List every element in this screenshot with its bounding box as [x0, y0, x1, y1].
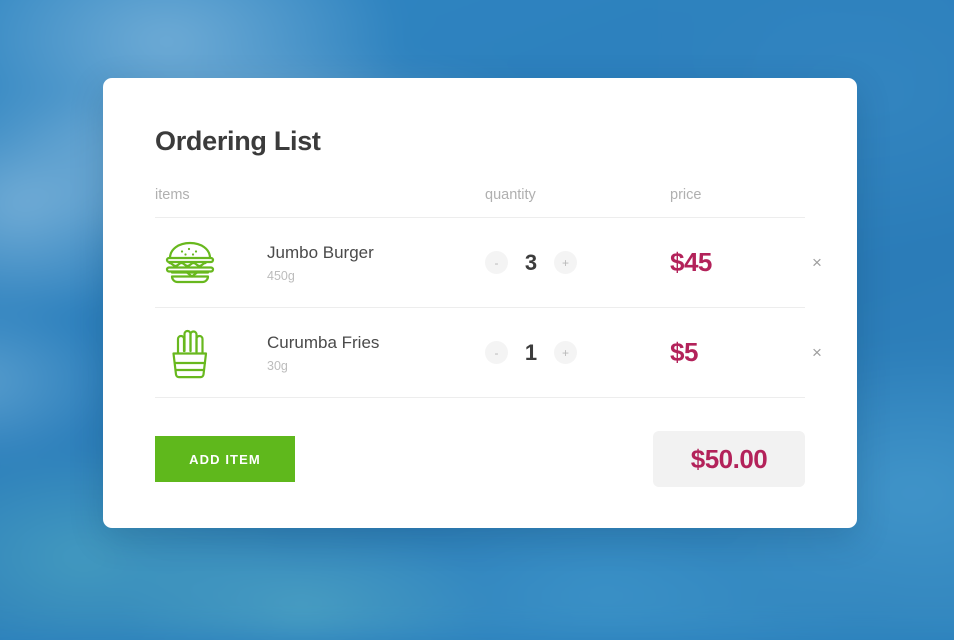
- column-header-items: items: [155, 187, 190, 203]
- remove-cell: ×: [790, 340, 826, 365]
- table-row: Jumbo Burger 450g - 3 + $45 ×: [155, 218, 822, 308]
- item-weight: 30g: [267, 359, 288, 374]
- item-text: Jumbo Burger 450g: [267, 242, 374, 283]
- quantity-stepper: - 3 +: [485, 250, 670, 276]
- decrement-button[interactable]: -: [485, 341, 508, 364]
- item-weight: 450g: [267, 269, 295, 284]
- add-item-button[interactable]: ADD ITEM: [155, 436, 295, 482]
- item-cell: Curumba Fries 30g: [155, 324, 485, 382]
- increment-button[interactable]: +: [554, 251, 577, 274]
- item-name: Curumba Fries: [267, 332, 380, 352]
- quantity-value: 3: [524, 249, 538, 275]
- burger-icon: [161, 234, 219, 292]
- remove-cell: ×: [790, 250, 826, 275]
- item-name: Jumbo Burger: [267, 242, 374, 262]
- table-header-row: items quantity price: [155, 187, 805, 218]
- column-header-quantity: quantity: [485, 187, 536, 203]
- decrement-button[interactable]: -: [485, 251, 508, 274]
- order-total: $50.00: [653, 431, 805, 487]
- item-text: Curumba Fries 30g: [267, 332, 379, 373]
- card-footer: ADD ITEM $50.00: [155, 431, 805, 487]
- column-header-price: price: [670, 187, 702, 203]
- ordering-table: items quantity price Jumbo Burger 450g -…: [155, 187, 822, 398]
- item-cell: Jumbo Burger 450g: [155, 234, 485, 292]
- increment-button[interactable]: +: [554, 341, 577, 364]
- quantity-stepper: - 1 +: [485, 340, 670, 366]
- page-title: Ordering List: [155, 126, 321, 156]
- remove-item-icon[interactable]: ×: [808, 250, 826, 275]
- quantity-value: 1: [524, 339, 538, 365]
- table-row: Curumba Fries 30g - 1 + $5 ×: [155, 308, 822, 398]
- ordering-list-card: Ordering List items quantity price Jumbo…: [103, 78, 857, 528]
- fries-icon: [161, 324, 219, 382]
- item-price: $45: [670, 247, 712, 277]
- remove-item-icon[interactable]: ×: [808, 340, 826, 365]
- item-price: $5: [670, 337, 698, 367]
